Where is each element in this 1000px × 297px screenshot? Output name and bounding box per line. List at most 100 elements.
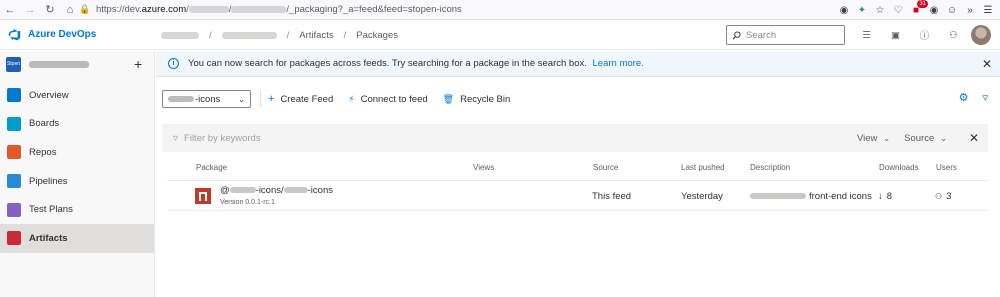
source-label: Source [904,132,935,144]
url-project-redacted [231,6,287,13]
add-project-icon[interactable]: + [134,56,142,72]
feed-dropdown[interactable]: -icons ⌄ [162,90,251,108]
feed-toolbar: -icons ⌄ + Create Feed ⚡ Connect to feed… [162,89,996,109]
column-header-description[interactable]: Description [750,163,790,172]
sidebar-item-boards[interactable]: Boards [0,110,154,139]
back-icon[interactable]: ← [0,0,20,20]
app-header: Azure DevOps / / Artifacts / Packages Se… [0,20,1000,50]
home-icon[interactable]: ⌂ [60,0,80,20]
close-icon[interactable]: ✕ [982,57,992,71]
breadcrumb-separator: / [286,29,290,41]
connect-feed-button[interactable]: ⚡ Connect to feed [348,94,427,105]
source-dropdown[interactable]: Source ⌄ [904,133,947,144]
overview-icon [7,88,21,103]
filter-funnel-icon[interactable]: ▿ [982,91,988,104]
sidebar-item-test-plans[interactable]: Test Plans [0,195,154,224]
breadcrumb-separator: / [343,29,347,41]
plus-icon: + [268,93,275,105]
help-icon[interactable]: ⓘ [918,29,931,42]
tracking-icon[interactable]: ◉ [838,4,850,16]
pocket-icon[interactable]: ♡ [892,4,904,16]
close-filter-icon[interactable]: ✕ [969,131,979,145]
npm-package-icon [195,188,211,204]
chevron-down-icon: ⌄ [238,94,245,104]
package-source: This feed [592,191,632,202]
table-row[interactable]: @ -icons/ -icons Version 0.0.1-rc.1 This f… [167,180,988,211]
sidebar-item-label: Boards [29,118,60,130]
create-feed-button[interactable]: + Create Feed [268,93,333,105]
project-badge: Stpen [6,56,21,72]
breadcrumb-artifacts[interactable]: Artifacts [299,30,333,41]
app-name: Azure DevOps [28,29,97,40]
package-name-prefix: @ [220,185,230,196]
settings-gear-icon[interactable]: ⚙ [959,91,969,104]
breadcrumb-org[interactable] [161,31,199,39]
menu-icon[interactable]: ☰ [982,4,994,16]
view-dropdown[interactable]: View ⌄ [857,133,890,144]
marketplace-icon[interactable]: ▣ [889,29,902,42]
user-settings-icon[interactable]: ⚇ [947,29,960,42]
users-count: 3 [946,191,952,202]
info-message: You can now search for packages across f… [188,58,587,69]
azure-devops-logo[interactable]: Azure DevOps [8,28,96,41]
trash-icon: 🗑 [442,93,455,104]
test-plans-icon [7,202,21,217]
column-header-package[interactable]: Package [196,163,227,172]
boards-icon [7,116,21,131]
filter-input[interactable]: Filter by keywords [184,133,261,144]
avatar[interactable] [971,25,991,45]
overflow-icon[interactable]: » [964,4,976,16]
extension-badge: 31 [917,0,928,8]
learn-more-link[interactable]: Learn more. [593,58,644,69]
connect-feed-label: Connect to feed [360,93,428,105]
description-text: front-end icons [809,191,872,202]
downloads-count: 8 [886,191,893,202]
search-input[interactable]: Search [726,25,845,45]
description-redacted [750,193,806,200]
breadcrumb-project[interactable] [221,31,277,39]
sidebar-item-label: Artifacts [29,232,68,244]
lock-icon: 🔒 [79,4,91,14]
project-selector[interactable]: Stpen [0,51,154,77]
url-suffix: /_packaging?_a=feed&feed=stopen-icons [286,4,462,15]
sidebar-item-label: Pipelines [29,175,68,187]
extension-icon[interactable]: ✦ [856,4,868,16]
onepassword-icon[interactable]: ◉ [928,4,940,16]
account-icon[interactable]: ☺ [946,4,958,16]
column-header-users[interactable]: Users [936,163,957,172]
package-last-pushed: Yesterday [681,191,723,202]
forward-icon[interactable]: → [20,0,40,20]
list-settings-icon[interactable]: ☰ [860,29,873,42]
info-banner: i You can now search for packages across… [156,51,1000,77]
info-icon: i [168,58,179,69]
info-text: You can now search for packages across f… [188,58,644,69]
table-header: Package Views Source Last pushed Descrip… [0,163,1000,175]
browser-toolbar: ← → ↻ ⌂ 🔒 https://dev. azure.com / / /_p… [0,0,1000,20]
url-prefix: https://dev. [96,4,142,15]
column-header-last-pushed[interactable]: Last pushed [681,163,725,172]
plug-icon: ⚡ [348,93,355,104]
toolbar-divider [260,91,261,107]
reload-icon[interactable]: ↻ [40,0,60,20]
address-bar[interactable]: https://dev. azure.com / / /_packaging?_… [96,0,462,20]
repos-icon [7,145,21,160]
artifacts-icon [7,231,21,246]
recycle-bin-label: Recycle Bin [460,93,511,105]
breadcrumb-packages[interactable]: Packages [356,30,398,41]
column-header-views[interactable]: Views [473,163,494,172]
sidebar-item-label: Repos [29,146,57,158]
project-name [29,60,89,68]
shield-extension-icon[interactable]: ■ 31 [910,0,928,16]
breadcrumb: / / Artifacts / Packages [161,20,398,50]
package-name-end: -icons [307,185,333,196]
package-name[interactable]: @ -icons/ -icons [220,185,333,196]
sidebar-item-artifacts[interactable]: Artifacts [0,223,154,253]
column-header-downloads[interactable]: Downloads [879,163,919,172]
star-icon[interactable]: ☆ [874,4,886,16]
search-placeholder: Search [746,29,777,41]
recycle-bin-button[interactable]: 🗑 Recycle Bin [443,94,511,105]
users-icon: ⚇ [935,192,943,201]
sidebar-item-overview[interactable]: Overview [0,81,154,110]
column-header-source[interactable]: Source [593,163,618,172]
url-domain: azure.com [141,4,187,15]
